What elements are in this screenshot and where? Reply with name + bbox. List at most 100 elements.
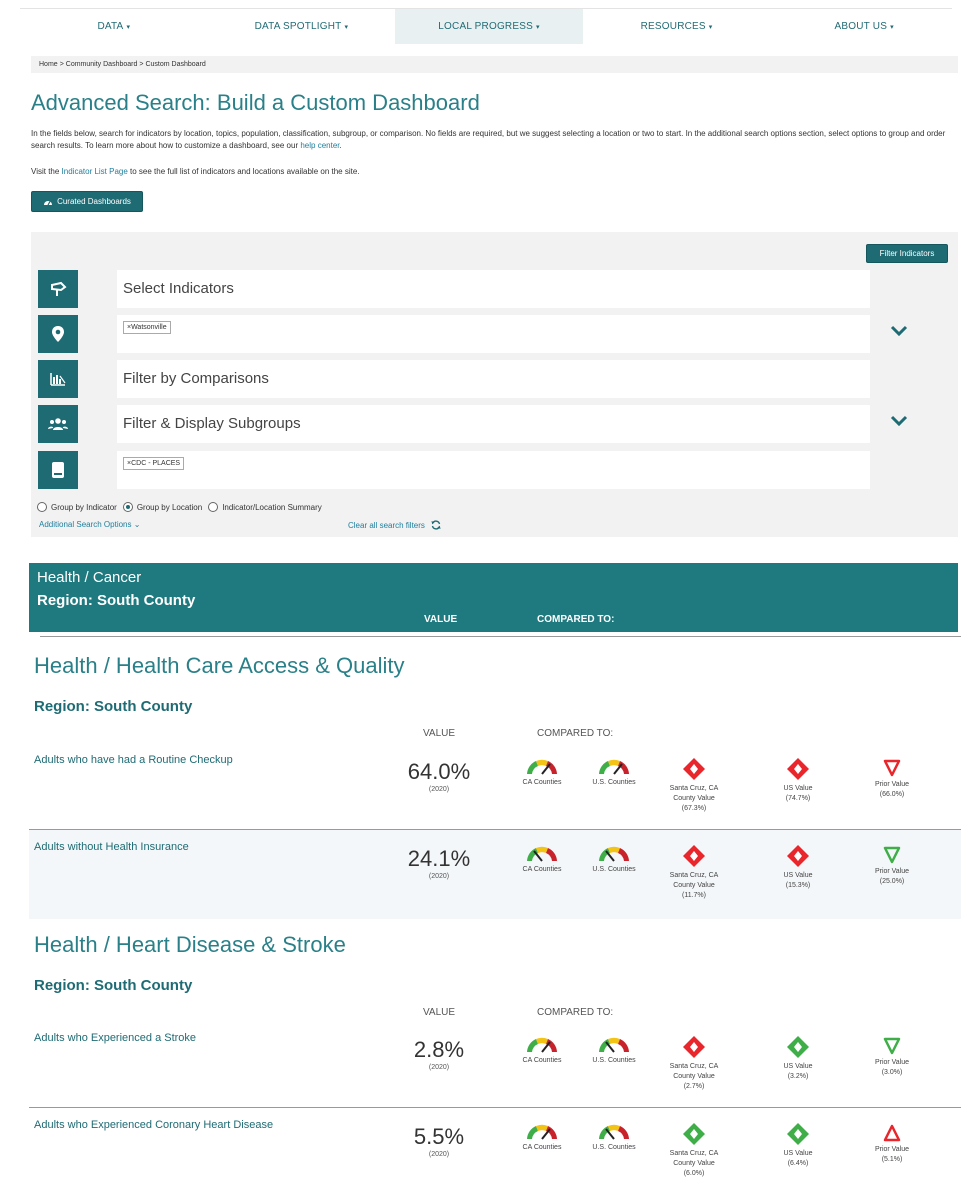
additional-options-label: Additional Search Options [39, 520, 132, 529]
radio-group-by-indicator[interactable] [37, 502, 47, 512]
comparisons-select[interactable]: Filter by Comparisons [117, 360, 870, 398]
nav-about-us[interactable]: ABOUT US ▾ [770, 9, 958, 44]
red-diamond-icon [683, 845, 705, 867]
comparison-label-line: (2.7%) [683, 1083, 705, 1090]
prior-value-comparison[interactable]: Prior Value (5.1%) [852, 1124, 932, 1165]
indicator-link[interactable]: Adults without Health Insurance [34, 841, 189, 853]
comparison-label-line: Prior Value [874, 868, 910, 875]
caret-down-icon: ▾ [890, 23, 894, 31]
radio-group-by-location[interactable] [122, 502, 133, 512]
source-select[interactable]: ×CDC - PLACES [117, 451, 870, 489]
indicator-link[interactable]: Adults who have had a Routine Checkup [34, 754, 233, 766]
indicator-value: 2.8% [413, 1037, 465, 1062]
us-value-comparison[interactable]: US Value (74.7%) [758, 757, 838, 804]
comparison-label: Santa Cruz, CA County Value (2.7%) [654, 1062, 734, 1092]
breadcrumb-home[interactable]: Home [39, 61, 58, 68]
us-value-comparison[interactable]: US Value (3.2%) [758, 1035, 838, 1082]
indicator-list-link[interactable]: Indicator List Page [62, 167, 128, 176]
nav-data-label: DATA [97, 21, 124, 32]
county-value-comparison[interactable]: Santa Cruz, CA County Value (11.7%) [654, 844, 734, 901]
comparison-label: CA Counties [502, 778, 582, 788]
indicator-link[interactable]: Adults who Experienced a Stroke [34, 1032, 196, 1044]
cancer-title: Health / Cancer [37, 569, 142, 586]
comparison-label-line: Prior Value [874, 781, 910, 788]
source-tag[interactable]: ×CDC - PLACES [123, 457, 185, 470]
value-column-header: VALUE [424, 614, 458, 625]
users-group-icon [38, 405, 78, 443]
us-value-comparison[interactable]: US Value (15.3%) [758, 844, 838, 891]
indicator-year: (2020) [428, 786, 450, 793]
breadcrumb-separator: > [59, 61, 64, 68]
location-select[interactable]: ×Watsonville [117, 315, 870, 353]
comparison-label-line: Santa Cruz, CA [669, 872, 719, 879]
subgroups-select[interactable]: Filter & Display Subgroups [117, 405, 870, 443]
prior-value-comparison[interactable]: Prior Value (3.0%) [852, 1037, 932, 1078]
visit-pre: Visit the [31, 167, 62, 176]
nav-data-spotlight[interactable]: DATA SPOTLIGHT ▾ [208, 9, 396, 44]
indicator-year: (2020) [428, 1064, 450, 1071]
county-value-comparison[interactable]: Santa Cruz, CA County Value (2.7%) [654, 1035, 734, 1092]
clear-filters-link[interactable]: Clear all search filters [348, 520, 441, 530]
intro-end: . [339, 141, 342, 150]
chevron-down-icon[interactable] [889, 324, 909, 338]
comparison-label: Prior Value (3.0%) [852, 1058, 932, 1078]
comparison-label-line: U.S. Counties [592, 866, 636, 873]
us-counties-gauge[interactable]: U.S. Counties [574, 1035, 654, 1066]
nav-resources[interactable]: RESOURCES ▾ [583, 9, 771, 44]
comparison-label: Santa Cruz, CA County Value (11.7%) [654, 871, 734, 901]
county-value-comparison[interactable]: Santa Cruz, CA County Value (6.0%) [654, 1122, 734, 1179]
location-tag[interactable]: ×Watsonville [123, 321, 171, 334]
county-value-comparison[interactable]: Santa Cruz, CA County Value (67.3%) [654, 757, 734, 814]
red-diamond-icon [683, 1036, 705, 1058]
comparison-label-line: (25.0%) [879, 878, 905, 885]
ca-counties-gauge[interactable]: CA Counties [502, 1035, 582, 1066]
indicators-select[interactable]: Select Indicators [117, 270, 870, 308]
nav-data[interactable]: DATA ▾ [20, 9, 208, 44]
comparison-label: Prior Value (66.0%) [852, 780, 932, 800]
filter-indicators-button[interactable]: Filter Indicators [866, 244, 948, 263]
compared-column-header: COMPARED TO: [537, 728, 614, 739]
comparison-label-line: Santa Cruz, CA [669, 1063, 719, 1070]
us-value-comparison[interactable]: US Value (6.4%) [758, 1122, 838, 1169]
prior-value-comparison[interactable]: Prior Value (66.0%) [852, 759, 932, 800]
comparison-label: U.S. Counties [574, 1056, 654, 1066]
comparison-label-line: US Value [783, 872, 813, 879]
comparison-label-line: (6.0%) [683, 1170, 705, 1177]
ca-counties-gauge[interactable]: CA Counties [502, 757, 582, 788]
us-counties-gauge[interactable]: U.S. Counties [574, 1122, 654, 1153]
gauge-icon [527, 1124, 557, 1140]
comparison-label-line: (3.2%) [787, 1073, 809, 1080]
table-row: Adults who Experienced a Stroke 2.8% (2020… [29, 1021, 961, 1107]
intro-body: In the fields below, search for indicato… [31, 129, 946, 150]
comparison-label: CA Counties [502, 865, 582, 875]
comparison-label-line: CA Counties [522, 866, 562, 873]
indicator-link[interactable]: Adults who Experienced Coronary Heart Di… [34, 1119, 273, 1131]
indicator-value: 5.5% [413, 1124, 465, 1149]
us-counties-gauge[interactable]: U.S. Counties [574, 757, 654, 788]
prior-value-comparison[interactable]: Prior Value (25.0%) [852, 846, 932, 887]
additional-search-options-toggle[interactable]: Additional Search Options ⌄ [39, 520, 140, 529]
ca-counties-gauge[interactable]: CA Counties [502, 1122, 582, 1153]
group-options: Group by Indicator Group by Location Ind… [37, 502, 328, 512]
ca-counties-gauge[interactable]: CA Counties [502, 844, 582, 875]
compared-column-header: COMPARED TO: [537, 614, 615, 625]
curated-dashboards-button[interactable]: Curated Dashboards [31, 191, 143, 212]
gauge-icon [599, 1037, 629, 1053]
comparison-label: U.S. Counties [574, 778, 654, 788]
table-row: Adults who have had a Routine Checkup 64.… [29, 743, 961, 829]
dashboard-gauge-icon [44, 200, 53, 205]
clear-filters-label: Clear all search filters [348, 520, 425, 530]
breadcrumb-community[interactable]: Community Dashboard [66, 61, 138, 68]
comparison-label-line: U.S. Counties [592, 1144, 636, 1151]
chevron-down-icon[interactable] [889, 414, 909, 428]
indicator-year: (2020) [428, 873, 450, 880]
us-counties-gauge[interactable]: U.S. Counties [574, 844, 654, 875]
visit-post: to see the full list of indicators and l… [127, 167, 360, 176]
gauge-icon [599, 846, 629, 862]
radio-indicator-location-summary[interactable] [208, 502, 219, 512]
nav-local-progress[interactable]: LOCAL PROGRESS ▾ [395, 9, 583, 44]
gauge-icon [527, 1037, 557, 1053]
table-row: Adults without Health Insurance 24.1% (202… [29, 829, 961, 919]
comparison-label-line: US Value [783, 1150, 813, 1157]
help-center-link[interactable]: help center [300, 141, 339, 150]
